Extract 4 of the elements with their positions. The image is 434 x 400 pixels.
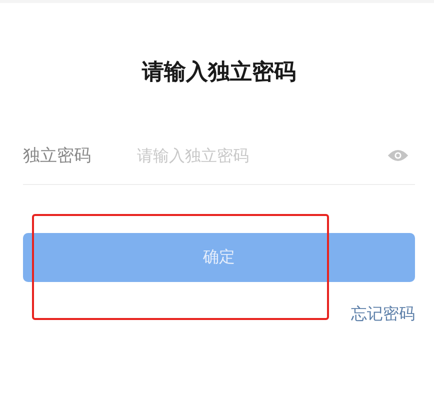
dialog-title: 请输入独立密码 xyxy=(140,59,297,87)
forgot-password-link[interactable]: 忘记密码 xyxy=(351,304,415,325)
eye-icon[interactable] xyxy=(387,148,409,163)
field-label: 独立密码 xyxy=(23,145,92,167)
